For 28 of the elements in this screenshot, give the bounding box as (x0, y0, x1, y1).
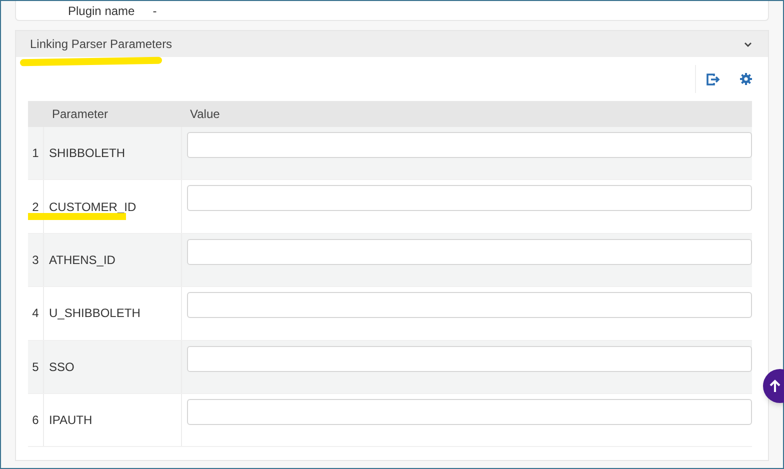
parameter-name: U_SHIBBOLETH (49, 305, 140, 322)
arrow-up-icon (769, 379, 781, 393)
chevron-icon (744, 42, 752, 46)
section-header[interactable]: Linking Parser Parameters (16, 31, 768, 57)
row-number: 5 (32, 358, 39, 376)
parameter-name: CUSTOMER_ID (49, 198, 136, 216)
value-input[interactable] (187, 398, 752, 425)
parameter-name: ATHENS_ID (49, 252, 116, 269)
column-header: Parameter (51, 106, 110, 123)
value-input[interactable] (187, 132, 752, 158)
value-input[interactable] (187, 346, 752, 372)
row-number: 3 (32, 252, 39, 269)
value-input[interactable] (187, 185, 752, 212)
settings-icon[interactable] (740, 73, 752, 85)
row-number: 6 (32, 412, 39, 430)
section-title: Linking Parser Parameters (30, 36, 172, 53)
export-icon[interactable] (706, 72, 720, 86)
parameter-name: SHIBBOLETH (49, 145, 126, 162)
parameter-name: SSO (49, 358, 74, 376)
parameter-name: IPAUTH (49, 412, 92, 430)
row-number: 4 (32, 305, 39, 322)
field-label: Plugin name (68, 4, 135, 18)
row-number: 1 (32, 145, 39, 162)
value-input[interactable] (187, 238, 752, 265)
row-number: 2 (32, 198, 39, 216)
column-header: Value (189, 106, 221, 123)
field-value: - (152, 4, 157, 18)
value-input[interactable] (187, 292, 752, 318)
